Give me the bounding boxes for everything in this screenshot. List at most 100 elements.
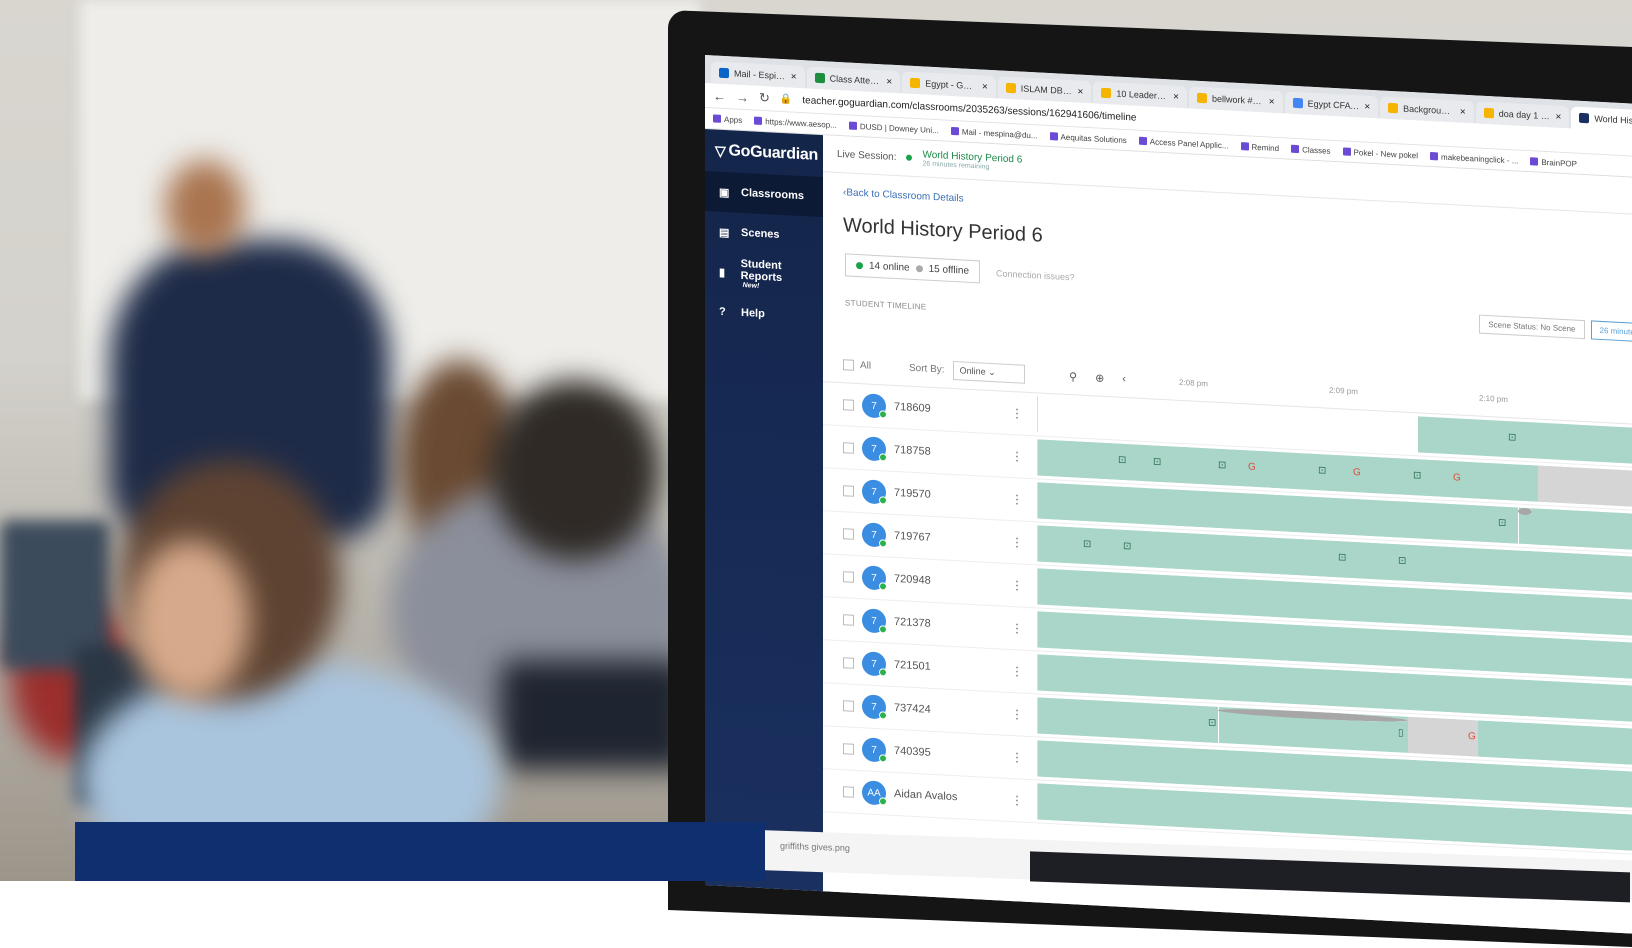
- bookmark-item[interactable]: Mail - mespina@du...: [950, 126, 1038, 140]
- activity-segment[interactable]: [1168, 446, 1189, 484]
- student-id[interactable]: 718758: [894, 444, 931, 458]
- student-cell: 7 719570 ⋮: [823, 477, 1037, 512]
- bookmark-item[interactable]: https://www.aesop...: [754, 116, 837, 129]
- avatar[interactable]: 7: [862, 479, 886, 505]
- bookmark-icon: [713, 114, 721, 124]
- zoom-out-icon[interactable]: ⚲: [1069, 370, 1077, 383]
- chevron-left-icon[interactable]: ‹: [1122, 372, 1126, 385]
- student-checkbox[interactable]: [843, 742, 854, 755]
- student-id[interactable]: 721378: [894, 616, 931, 630]
- student-checkbox[interactable]: [843, 398, 854, 411]
- more-options-icon[interactable]: ⋮: [1011, 707, 1023, 722]
- classroom-app-icon: ⊡: [1123, 540, 1132, 553]
- close-icon[interactable]: ×: [1173, 91, 1179, 102]
- more-options-icon[interactable]: ⋮: [1011, 535, 1023, 550]
- student-checkbox[interactable]: [843, 570, 854, 583]
- student-id[interactable]: Aidan Avalos: [894, 788, 957, 803]
- avatar[interactable]: 7: [862, 608, 886, 634]
- sidebar-item-student-reports[interactable]: ▮ Student Reports New!: [705, 251, 823, 297]
- bookmark-item[interactable]: Pokel - New pokel: [1342, 147, 1418, 160]
- student-checkbox[interactable]: [843, 613, 854, 626]
- close-icon[interactable]: ×: [1460, 106, 1466, 117]
- scenes-icon: ▤: [719, 226, 730, 239]
- student-checkbox[interactable]: [843, 785, 854, 798]
- activity-segment[interactable]: [1188, 447, 1239, 486]
- student-id[interactable]: 718609: [894, 401, 931, 415]
- bookmark-icon: [1138, 137, 1147, 146]
- bookmark-item[interactable]: DUSD | Downey Uni...: [848, 121, 939, 135]
- close-icon[interactable]: ×: [1556, 111, 1562, 122]
- avatar[interactable]: AA: [862, 780, 886, 806]
- avatar[interactable]: 7: [862, 436, 886, 462]
- more-options-icon[interactable]: ⋮: [1011, 793, 1023, 808]
- avatar[interactable]: 7: [862, 694, 886, 720]
- student-checkbox[interactable]: [843, 484, 854, 497]
- more-options-icon[interactable]: ⋮: [1011, 664, 1023, 679]
- student-id[interactable]: 719767: [894, 530, 931, 544]
- student-figure: [490, 380, 660, 560]
- student-id[interactable]: 721501: [894, 659, 931, 673]
- google-icon: G: [1468, 730, 1476, 743]
- bookmark-item[interactable]: Apps: [713, 114, 742, 124]
- close-icon[interactable]: ×: [791, 71, 797, 82]
- student-checkbox[interactable]: [843, 656, 854, 669]
- select-all[interactable]: All: [823, 358, 909, 374]
- sidebar-item-help[interactable]: ? Help: [705, 291, 823, 337]
- monitor-display: Mail - Espina, × Class Attendan × Egypt - G…: [705, 55, 1632, 936]
- activity-segment[interactable]: [1318, 540, 1389, 580]
- back-arrow-icon[interactable]: ←: [713, 88, 726, 104]
- sidebar-item-scenes[interactable]: ▤ Scenes: [705, 211, 823, 257]
- sidebar-item-classrooms[interactable]: ▣ Classrooms: [705, 171, 823, 218]
- sort-select[interactable]: Online ⌄: [952, 360, 1025, 384]
- close-icon[interactable]: ×: [1269, 96, 1275, 107]
- student-checkbox[interactable]: [843, 699, 854, 712]
- lock-icon: 🔒: [779, 93, 793, 106]
- student-id[interactable]: 740395: [894, 745, 931, 759]
- download-file[interactable]: griffiths gives.png: [780, 841, 850, 853]
- avatar[interactable]: 7: [862, 393, 886, 419]
- activity-segment[interactable]: [1038, 439, 1169, 483]
- connection-issues-link[interactable]: Connection issues?: [996, 268, 1075, 282]
- close-icon[interactable]: ×: [886, 76, 892, 87]
- close-icon[interactable]: ×: [982, 81, 988, 92]
- avatar[interactable]: 7: [862, 651, 886, 677]
- student-cell: 7 721501 ⋮: [823, 649, 1037, 684]
- activity-segment[interactable]: [1518, 507, 1533, 516]
- reload-icon[interactable]: ↻: [759, 90, 770, 107]
- close-icon[interactable]: ×: [1364, 101, 1370, 112]
- bookmark-item[interactable]: BrainPOP: [1530, 157, 1577, 168]
- activity-segment[interactable]: [1038, 697, 1219, 743]
- more-options-icon[interactable]: ⋮: [1011, 492, 1023, 507]
- bookmark-item[interactable]: Classes: [1291, 144, 1331, 155]
- zoom-in-icon[interactable]: ⊕: [1095, 371, 1104, 384]
- activity-segment[interactable]: [1038, 525, 1109, 566]
- activity-segment[interactable]: [1448, 460, 1539, 502]
- close-icon[interactable]: ×: [1078, 86, 1084, 97]
- student-cell: 7 721378 ⋮: [823, 606, 1037, 641]
- more-options-icon[interactable]: ⋮: [1011, 406, 1023, 421]
- activity-segment[interactable]: [1108, 529, 1319, 577]
- avatar[interactable]: 7: [862, 737, 886, 763]
- forward-arrow-icon[interactable]: →: [736, 89, 749, 105]
- student-timeline: All Sort By: Online ⌄ ⚲ ⊕ ‹ 2:08 pm 2:09…: [823, 345, 1632, 872]
- classroom-app-icon: ⊡: [1083, 538, 1092, 551]
- student-id[interactable]: 720948: [894, 573, 931, 587]
- bookmark-item[interactable]: makebeaningclick - ...: [1430, 151, 1518, 165]
- bookmark-item[interactable]: Remind: [1240, 142, 1279, 153]
- online-status[interactable]: 14 online 15 offline: [845, 253, 980, 284]
- more-options-icon[interactable]: ⋮: [1011, 621, 1023, 636]
- goguardian-logo[interactable]: ▽ GoGuardian: [705, 129, 823, 177]
- select-all-checkbox[interactable]: [843, 358, 854, 371]
- more-options-icon[interactable]: ⋮: [1011, 578, 1023, 593]
- student-checkbox[interactable]: [843, 441, 854, 454]
- student-checkbox[interactable]: [843, 527, 854, 540]
- online-dot: [856, 261, 863, 270]
- student-id[interactable]: 737424: [894, 702, 931, 716]
- avatar[interactable]: 7: [862, 565, 886, 591]
- bookmark-item[interactable]: Aequitas Solutions: [1049, 132, 1127, 145]
- student-id[interactable]: 719570: [894, 487, 931, 501]
- avatar[interactable]: 7: [862, 522, 886, 548]
- more-options-icon[interactable]: ⋮: [1011, 750, 1023, 765]
- bookmark-item[interactable]: Access Panel Applic...: [1138, 136, 1229, 150]
- more-options-icon[interactable]: ⋮: [1011, 449, 1023, 464]
